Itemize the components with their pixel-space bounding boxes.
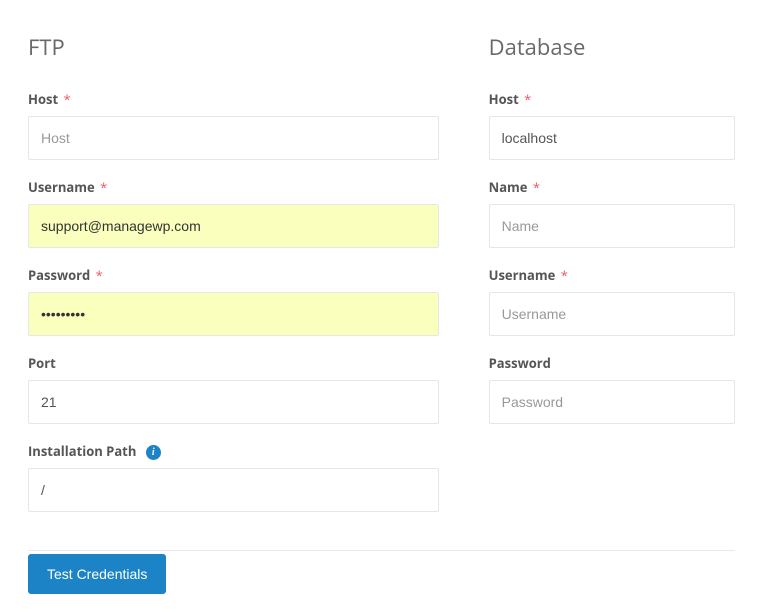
ftp-port-input[interactable] (28, 380, 439, 424)
ftp-host-input[interactable] (28, 116, 439, 160)
db-password-label-text: Password (489, 354, 551, 372)
ftp-password-label: Password * (28, 266, 439, 284)
db-name-label: Name * (489, 178, 735, 196)
ftp-port-label: Port (28, 354, 439, 372)
required-marker: * (524, 90, 531, 108)
ftp-username-group: Username * (28, 178, 439, 248)
ftp-install-path-label: Installation Path i (28, 442, 439, 460)
ftp-install-path-group: Installation Path i (28, 442, 439, 512)
db-host-label: Host * (489, 90, 735, 108)
required-marker: * (533, 178, 540, 196)
db-host-input[interactable] (489, 116, 735, 160)
divider (28, 550, 735, 551)
db-name-label-text: Name (489, 178, 528, 196)
db-username-label-text: Username (489, 266, 556, 284)
db-username-group: Username * (489, 266, 735, 336)
db-password-input[interactable] (489, 380, 735, 424)
database-title: Database (489, 32, 735, 62)
ftp-username-label-text: Username (28, 178, 95, 196)
ftp-port-label-text: Port (28, 354, 56, 372)
db-host-label-text: Host (489, 90, 519, 108)
ftp-section: FTP Host * Username * Password * Po (28, 32, 439, 530)
db-username-label: Username * (489, 266, 735, 284)
ftp-install-path-label-text: Installation Path (28, 442, 136, 460)
required-marker: * (561, 266, 568, 284)
db-username-input[interactable] (489, 292, 735, 336)
ftp-host-label: Host * (28, 90, 439, 108)
required-marker: * (100, 178, 107, 196)
info-icon[interactable]: i (146, 445, 161, 460)
ftp-username-label: Username * (28, 178, 439, 196)
ftp-password-label-text: Password (28, 266, 90, 284)
ftp-host-group: Host * (28, 90, 439, 160)
ftp-title: FTP (28, 32, 439, 62)
db-password-group: Password (489, 354, 735, 424)
db-host-group: Host * (489, 90, 735, 160)
required-marker: * (96, 266, 103, 284)
test-credentials-button[interactable]: Test Credentials (28, 554, 166, 594)
ftp-port-group: Port (28, 354, 439, 424)
database-section: Database Host * Name * Username * P (489, 32, 735, 530)
db-name-input[interactable] (489, 204, 735, 248)
ftp-password-input[interactable] (28, 292, 439, 336)
ftp-install-path-input[interactable] (28, 468, 439, 512)
required-marker: * (64, 90, 71, 108)
ftp-username-input[interactable] (28, 204, 439, 248)
db-name-group: Name * (489, 178, 735, 248)
ftp-password-group: Password * (28, 266, 439, 336)
db-password-label: Password (489, 354, 735, 372)
ftp-host-label-text: Host (28, 90, 58, 108)
